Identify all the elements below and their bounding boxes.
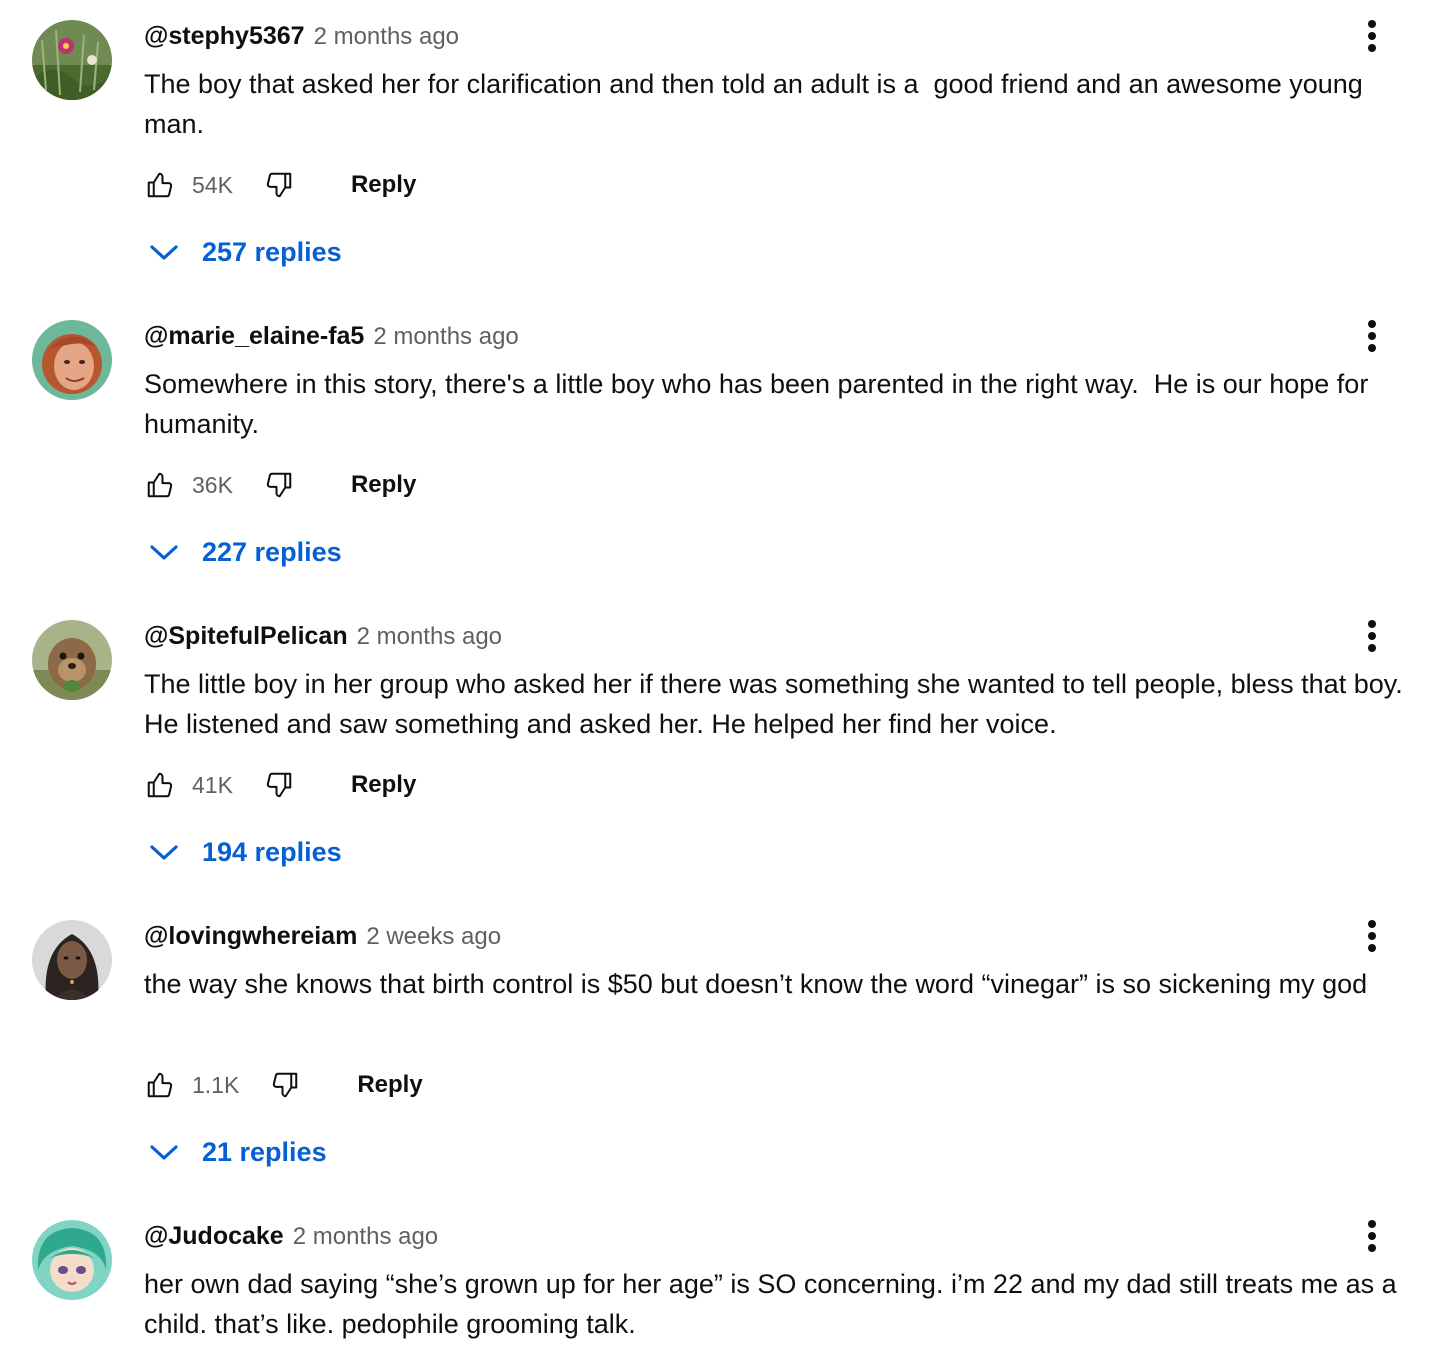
thumb-down-icon [266, 172, 292, 198]
thumb-down-icon [273, 1072, 298, 1098]
action-menu-button[interactable] [1352, 14, 1392, 58]
dislike-button[interactable] [263, 469, 295, 501]
avatar[interactable] [32, 320, 112, 400]
comment-actions: 36K Reply [144, 464, 416, 506]
like-button[interactable] [144, 469, 176, 501]
thumb-down-icon [266, 772, 292, 798]
comment-header: @Judocake 2 months ago [144, 1222, 438, 1256]
chevron-down-icon [150, 545, 178, 560]
thumb-up-icon [147, 472, 173, 498]
like-count: 54K [192, 171, 233, 198]
thumb-up-icon [147, 772, 173, 798]
thumb-up-icon [147, 1072, 173, 1098]
three-dot-icon [1368, 320, 1376, 352]
dislike-button[interactable] [263, 169, 295, 201]
comment-text: the way she knows that birth control is … [144, 969, 1368, 999]
author-name[interactable]: @stephy5367 [144, 22, 305, 51]
comment-thread: @lovingwhereiam 2 weeks ago the way she … [0, 900, 1444, 1200]
comment-time[interactable]: 2 months ago [314, 23, 459, 51]
replies-count-label: 227 replies [202, 536, 342, 567]
action-menu-button[interactable] [1352, 1214, 1392, 1258]
avatar[interactable] [32, 20, 112, 100]
comment-time[interactable]: 2 months ago [373, 323, 518, 351]
comment-thread: @Judocake 2 months ago her own dad sayin… [0, 1200, 1444, 1362]
author-name[interactable]: @marie_elaine-fa5 [144, 322, 364, 351]
three-dot-icon [1368, 920, 1376, 952]
like-count: 41K [192, 771, 233, 798]
comment-thread: @marie_elaine-fa5 2 months ago Somewhere… [0, 300, 1444, 600]
comment-time[interactable]: 2 months ago [357, 623, 502, 651]
reply-button[interactable]: Reply [351, 171, 416, 199]
reply-button[interactable]: Reply [351, 771, 416, 799]
view-replies-button[interactable]: 227 replies [148, 530, 342, 574]
chevron-down-icon [150, 245, 178, 260]
chevron-down-icon [150, 845, 178, 860]
avatar-image [32, 920, 112, 1000]
comment-thread: @stephy5367 2 months ago The boy that as… [0, 0, 1444, 300]
thumb-up-icon [147, 172, 173, 198]
action-menu-button[interactable] [1352, 314, 1392, 358]
comment-actions: 54K Reply [144, 164, 416, 206]
three-dot-icon [1368, 620, 1376, 652]
replies-count-label: 21 replies [202, 1136, 327, 1167]
comment-text: The boy that asked her for clarification… [144, 69, 1371, 139]
reply-button[interactable]: Reply [357, 1071, 422, 1099]
like-button[interactable] [144, 169, 176, 201]
like-count: 36K [192, 471, 233, 498]
author-name[interactable]: @lovingwhereiam [144, 922, 357, 951]
avatar-image [32, 1220, 112, 1300]
comment-time[interactable]: 2 months ago [293, 1223, 438, 1251]
comment-text: The little boy in her group who asked he… [144, 669, 1411, 739]
comment-actions: 1.1K Reply [144, 1064, 423, 1106]
comment-header: @marie_elaine-fa5 2 months ago [144, 322, 519, 356]
comment-header: @SpitefulPelican 2 months ago [144, 622, 502, 656]
dislike-button[interactable] [263, 769, 295, 801]
thumb-down-icon [266, 472, 292, 498]
replies-count-label: 257 replies [202, 236, 342, 267]
view-replies-button[interactable]: 21 replies [148, 1130, 327, 1174]
comment-time[interactable]: 2 weeks ago [366, 923, 501, 951]
avatar[interactable] [32, 620, 112, 700]
view-replies-button[interactable]: 257 replies [148, 230, 342, 274]
comment-text: Somewhere in this story, there's a littl… [144, 369, 1376, 439]
replies-count-label: 194 replies [202, 836, 342, 867]
author-name[interactable]: @Judocake [144, 1222, 284, 1251]
chevron-down-icon [150, 1145, 178, 1160]
comment-header: @lovingwhereiam 2 weeks ago [144, 922, 501, 956]
comment-header: @stephy5367 2 months ago [144, 22, 459, 56]
three-dot-icon [1368, 1220, 1376, 1252]
like-button[interactable] [144, 1069, 176, 1101]
comment-text: her own dad saying “she’s grown up for h… [144, 1269, 1405, 1339]
avatar-image [32, 620, 112, 700]
action-menu-button[interactable] [1352, 914, 1392, 958]
comment-thread: @SpitefulPelican 2 months ago The little… [0, 600, 1444, 900]
comment-actions: 41K Reply [144, 764, 416, 806]
author-name[interactable]: @SpitefulPelican [144, 622, 348, 651]
avatar[interactable] [32, 920, 112, 1000]
avatar-image [32, 20, 112, 100]
three-dot-icon [1368, 20, 1376, 52]
reply-button[interactable]: Reply [351, 471, 416, 499]
action-menu-button[interactable] [1352, 614, 1392, 658]
dislike-button[interactable] [269, 1069, 301, 1101]
like-count: 1.1K [192, 1071, 240, 1098]
like-button[interactable] [144, 769, 176, 801]
view-replies-button[interactable]: 194 replies [148, 830, 342, 874]
avatar[interactable] [32, 1220, 112, 1300]
avatar-image [32, 320, 112, 400]
